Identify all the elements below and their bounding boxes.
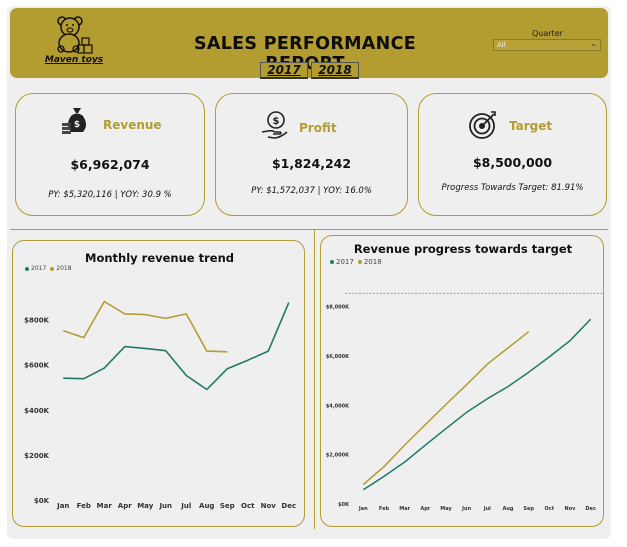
chart-title-progress: Revenue progress towards target [353, 242, 573, 256]
quarter-dropdown[interactable]: All ⌄ [493, 39, 601, 51]
x-tick-label: Jul [180, 502, 191, 510]
brand-logo: Maven toys [44, 14, 104, 74]
year-tab-2017[interactable]: 2017 [260, 62, 308, 79]
x-tick-label: Dec [281, 502, 296, 510]
x-tick-label: Apr [420, 506, 430, 512]
y-tick-label: $8,000K [326, 305, 350, 311]
target-footer: Progress Towards Target: 81.91% [441, 183, 584, 193]
y-tick-label: $2,000K [326, 453, 350, 459]
money-bag-icon: $ [62, 108, 86, 134]
x-tick-label: Feb [379, 506, 390, 512]
quarter-dropdown-value: All [497, 41, 506, 49]
target-icon [469, 111, 496, 139]
svg-text:$: $ [74, 120, 80, 130]
x-tick-label: Aug [199, 502, 214, 510]
header-banner: Maven toys SALES PERFORMANCE REPORT 2017… [10, 8, 608, 79]
x-tick-label: May [440, 506, 452, 512]
x-tick-label: Dec [585, 506, 596, 512]
y-tick-label: $0K [338, 502, 350, 508]
x-tick-label: Sep [220, 502, 235, 510]
y-tick-label: $200K [24, 452, 49, 460]
y-tick-label: $6,000K [326, 354, 350, 360]
y-tick-label: $800K [24, 317, 49, 325]
profit-value: $1,824,242 [271, 156, 352, 171]
target-value: $8,500,000 [472, 155, 553, 170]
revenue-progress-panel: Revenue progress towards target 2017 201… [320, 235, 604, 527]
x-tick-label: Sep [523, 506, 534, 512]
section-divider [10, 229, 608, 230]
profit-label: Profit [299, 121, 337, 135]
legend-progress: 2017 2018 [330, 258, 386, 266]
y-tick-label: $0K [34, 497, 50, 505]
svg-text:$: $ [273, 116, 280, 127]
x-tick-label: Nov [261, 502, 277, 510]
revenue-label: Revenue [103, 118, 162, 132]
x-tick-label: Mar [97, 502, 113, 510]
monthly-revenue-chart: $0K $200K $400K $600K $800K Jan Feb Mar Apr May Ju… [24, 300, 296, 510]
x-tick-label: Jul [483, 506, 491, 512]
series-line-2017 [362, 318, 592, 491]
kpi-card-profit: $ Profit $1,824,242 PY: $1,572,037 | YOY… [215, 93, 408, 216]
hand-dollar-icon: $ [261, 111, 288, 139]
kpi-card-target: Target $8,500,000 Progress Towards Targe… [418, 93, 607, 216]
series-line-2018 [63, 300, 228, 353]
quarter-filter-label: Quarter [532, 29, 563, 38]
x-tick-label: Nov [565, 506, 577, 512]
profit-footer: PY: $1,572,037 | YOY: 16.0% [251, 186, 372, 196]
target-label: Target [509, 119, 553, 133]
kpi-card-revenue: $ Revenue $6,962,074 PY: $5,320,116 | YO… [15, 93, 205, 216]
x-tick-label: Feb [77, 502, 91, 510]
series-line-2018 [362, 331, 530, 486]
x-tick-label: Jan [358, 506, 368, 512]
x-tick-label: Oct [241, 502, 255, 510]
column-divider [314, 229, 315, 529]
revenue-value: $6,962,074 [70, 157, 150, 172]
revenue-footer: PY: $5,320,116 | YOY: 30.9 % [48, 190, 172, 200]
x-tick-label: Jan [56, 502, 69, 510]
chart-title-monthly: Monthly revenue trend [85, 251, 234, 265]
x-tick-label: May [137, 502, 153, 510]
legend-entry-2017: 2017 [330, 258, 354, 266]
teddy-bear-icon [57, 16, 93, 54]
x-tick-label: Apr [118, 502, 132, 510]
x-tick-label: Aug [502, 506, 513, 512]
revenue-progress-chart: $0K $2,000K $4,000K $6,000K $8,000K Jan Feb Mar… [326, 292, 603, 512]
chevron-down-icon: ⌄ [590, 39, 597, 48]
y-tick-label: $600K [24, 362, 49, 370]
year-tab-2018[interactable]: 2018 [311, 62, 359, 79]
x-tick-label: Oct [545, 506, 555, 512]
brand-name: Maven toys [44, 55, 104, 65]
y-tick-label: $400K [24, 407, 49, 415]
legend-entry-2018: 2018 [357, 258, 382, 266]
y-tick-label: $4,000K [326, 403, 350, 409]
x-tick-label: Mar [399, 506, 410, 512]
monthly-revenue-panel: Monthly revenue trend 2017 2018 $0K $200K… [12, 240, 305, 527]
year-slicer: 2017 2018 [260, 62, 362, 79]
x-tick-label: Jun [158, 502, 172, 510]
x-tick-label: Jun [461, 506, 471, 512]
